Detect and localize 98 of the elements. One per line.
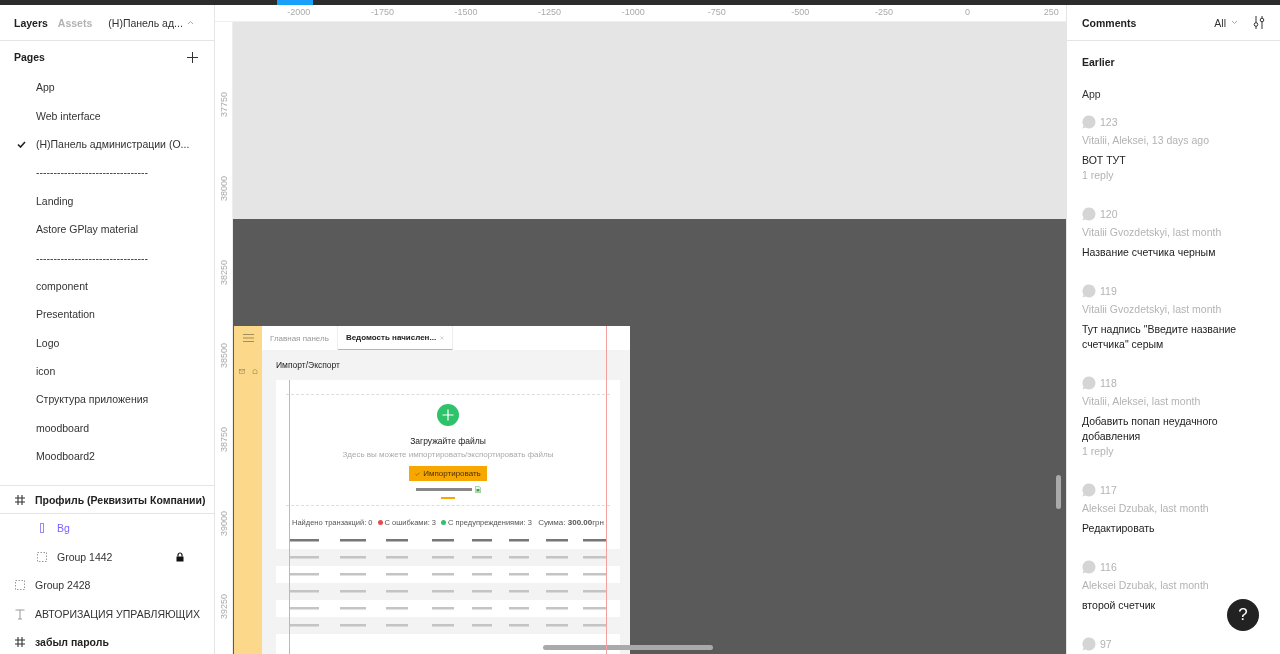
add-page-icon[interactable]: [187, 51, 198, 63]
lock-icon[interactable]: [176, 551, 184, 562]
comment-author: Vitalii, Aleksei, last month: [1082, 394, 1202, 409]
ruler-label: -1000: [620, 6, 646, 19]
ruler-label: -1250: [537, 6, 563, 19]
page-switcher[interactable]: (Н)Панель ад...: [108, 16, 183, 29]
comment-number: 123: [1100, 116, 1118, 128]
comment-pin-icon[interactable]: [1082, 207, 1096, 221]
comment-author: Vitalii, Aleksei, 13 days ago: [1082, 133, 1211, 148]
comment-number: 97: [1100, 638, 1112, 650]
active-tab-indicator: [277, 0, 313, 5]
dashed-square-icon: [36, 550, 48, 563]
comment-author: Aleksei Dzubak, last month: [1082, 501, 1210, 516]
comment-pin-icon[interactable]: [1082, 560, 1096, 574]
mail-icon: [238, 369, 245, 374]
scrollbar-thumb[interactable]: [543, 645, 713, 650]
page-item[interactable]: Web interface: [36, 109, 101, 122]
dashed-square-icon: [14, 579, 26, 592]
ruler-label: 38000: [218, 176, 229, 202]
page-label: App: [1081, 87, 1102, 102]
page-item[interactable]: component: [36, 279, 88, 292]
tab[interactable]: Ведомость начислен...: [337, 326, 454, 350]
page-item[interactable]: icon: [36, 365, 56, 378]
text-layer-icon: [14, 607, 26, 620]
sliders-icon[interactable]: [1253, 16, 1265, 29]
comment-number: 119: [1100, 285, 1117, 297]
page-item[interactable]: --------------------------------: [36, 166, 148, 179]
ruler-label: 0: [964, 6, 972, 19]
hash-icon: [14, 493, 26, 506]
comment-number: 120: [1100, 208, 1118, 220]
ruler-label: -500: [790, 6, 811, 19]
comment-author: Vitalii Gvozdetskyi, last month: [1082, 225, 1223, 240]
page-item[interactable]: App: [36, 81, 55, 94]
comment-text[interactable]: Тут надпись "Введите название счетчика" серым: [1082, 322, 1265, 352]
total-sum: Сумма: 300.00грн: [538, 517, 604, 527]
section-label: Earlier: [1081, 55, 1116, 70]
page-title: Импорт/Экспорт: [276, 350, 340, 380]
ruler-label: -750: [706, 6, 727, 19]
ruler-label: 39000: [218, 510, 229, 536]
upload-subtitle: Здесь вы можете импортировать/экспортировать файлы: [342, 450, 554, 459]
page-item[interactable]: Presentation: [36, 308, 95, 321]
upload-title: Загружайте файлы: [410, 436, 486, 446]
ruler-label: 38500: [218, 343, 229, 369]
ruler-label: -250: [873, 6, 894, 19]
comment-author: Aleksei Dzubak, last month: [1082, 578, 1210, 593]
close-icon[interactable]: [440, 335, 445, 340]
ruler-label: 37750: [218, 92, 229, 118]
caret-icon: [186, 20, 194, 25]
page-item[interactable]: (Н)Панель администрации (О...: [36, 137, 190, 150]
ruler-label: 39250: [218, 594, 229, 620]
menu-icon: [242, 334, 254, 342]
import-button[interactable]: Импортировать: [409, 466, 487, 481]
text-line: [415, 488, 472, 491]
ruler-label: -1500: [453, 6, 479, 19]
layer-item[interactable]: Group 1442: [57, 550, 113, 563]
hash-icon: [14, 636, 26, 649]
comment-pin-icon[interactable]: [1082, 637, 1096, 651]
page-item[interactable]: Структура приложения: [36, 393, 149, 406]
comment-number: 118: [1100, 377, 1117, 389]
ruler-label: -1750: [369, 6, 395, 19]
page-item[interactable]: moodboard: [36, 421, 90, 434]
ruler-label: 38750: [218, 427, 229, 453]
ruler-label: 250: [1042, 6, 1060, 19]
help-button[interactable]: ?: [1227, 599, 1259, 631]
filter-dropdown[interactable]: All: [1214, 16, 1226, 29]
comment-number: 117: [1100, 484, 1117, 496]
comment-pin-icon[interactable]: [1082, 284, 1096, 298]
comment-text[interactable]: Добавить попап неудачного добавления: [1082, 414, 1265, 444]
caret-icon: [1231, 20, 1238, 25]
comment-number: 116: [1100, 561, 1117, 573]
layer-item[interactable]: забыл пароль: [35, 636, 109, 649]
layer-item[interactable]: Профиль (Реквизиты Компании): [35, 493, 206, 506]
page-item[interactable]: Logo: [36, 336, 60, 349]
add-file-icon[interactable]: [437, 404, 459, 426]
comment-pin-icon[interactable]: [1082, 483, 1096, 497]
comment-text[interactable]: Название счетчика черным: [1082, 245, 1265, 260]
layer-item[interactable]: Bg: [57, 522, 70, 535]
text-line: [441, 497, 455, 499]
panel-tab[interactable]: Layers: [14, 16, 48, 29]
panel-title: Comments: [1082, 16, 1138, 29]
layer-item[interactable]: Group 2428: [35, 579, 91, 592]
bell-icon: [251, 369, 258, 375]
page-item[interactable]: Moodboard2: [36, 450, 95, 463]
comment-pin-icon[interactable]: [1082, 115, 1096, 129]
comment-text[interactable]: ВОТ ТУТ: [1082, 153, 1265, 168]
comment-text[interactable]: Редактировать: [1082, 521, 1265, 536]
scrollbar-thumb[interactable]: [1056, 475, 1061, 509]
ruler-label: 38250: [218, 259, 229, 285]
ruler-label: -2000: [286, 6, 312, 19]
page-item[interactable]: Astore GPlay material: [36, 223, 139, 236]
page-item[interactable]: --------------------------------: [36, 251, 148, 264]
check-icon: [415, 471, 421, 476]
comment-pin-icon[interactable]: [1082, 376, 1096, 390]
page-item[interactable]: Landing: [36, 194, 74, 207]
spreadsheet-file-icon: [474, 486, 481, 493]
layer-item[interactable]: АВТОРИЗАЦИЯ УПРАВЛЯЮЩИХ: [35, 607, 200, 620]
pages-heading: Pages: [14, 51, 45, 63]
comment-author: Vitalii Gvozdetskyi, last month: [1082, 302, 1223, 317]
